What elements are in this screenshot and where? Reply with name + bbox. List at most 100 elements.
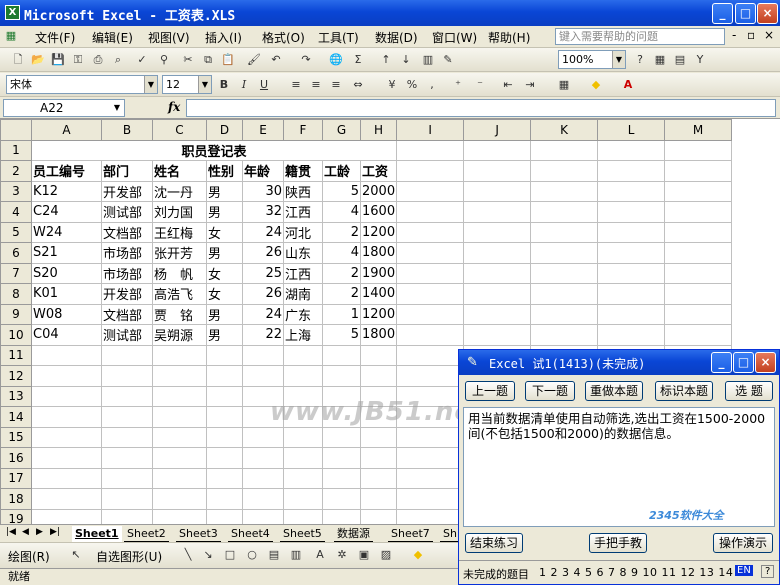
- row-header[interactable]: 13: [0, 385, 32, 407]
- menu-tools[interactable]: 工具(T): [318, 29, 359, 46]
- header-cell[interactable]: 工龄: [322, 160, 361, 182]
- data-cell[interactable]: 河北: [283, 221, 323, 243]
- redo-question-button[interactable]: 重做本题: [585, 381, 643, 401]
- data-cell[interactable]: 1: [322, 303, 361, 325]
- cell[interactable]: [463, 324, 532, 346]
- redo-icon[interactable]: ↷: [298, 52, 314, 68]
- cell[interactable]: [597, 283, 666, 305]
- header-cell[interactable]: 籍贯: [283, 160, 323, 182]
- data-cell[interactable]: 女: [206, 221, 243, 243]
- data-cell[interactable]: S20: [31, 262, 102, 284]
- cell[interactable]: [322, 508, 361, 524]
- sheet-title-cell[interactable]: 职员登记表: [30, 139, 398, 161]
- exercise-minimize-button[interactable]: _: [711, 352, 732, 373]
- data-cell[interactable]: 陕西: [283, 180, 323, 202]
- autoshapes-button[interactable]: 自选图形(U): [96, 548, 162, 565]
- cell[interactable]: [463, 242, 532, 264]
- data-cell[interactable]: 1400: [359, 283, 398, 305]
- cell[interactable]: [664, 221, 733, 243]
- prev-sheet-icon[interactable]: ◀: [22, 527, 32, 537]
- cell[interactable]: [152, 488, 207, 510]
- cell[interactable]: [664, 242, 733, 264]
- header-cell[interactable]: 部门: [101, 160, 153, 182]
- exercise-maximize-button[interactable]: □: [733, 352, 754, 373]
- cell[interactable]: [283, 447, 323, 469]
- decrease-decimal-icon[interactable]: ⁻: [472, 77, 488, 93]
- cell[interactable]: [359, 365, 398, 387]
- data-cell[interactable]: 山东: [283, 242, 323, 264]
- data-cell[interactable]: 4: [322, 201, 361, 223]
- format-painter-icon[interactable]: 🖌: [246, 52, 262, 68]
- cut-icon[interactable]: ✂: [180, 52, 196, 68]
- folder-icon[interactable]: ▤: [672, 52, 688, 68]
- cell[interactable]: [359, 344, 398, 366]
- cell[interactable]: [322, 426, 361, 448]
- data-cell[interactable]: 25: [242, 262, 284, 284]
- cell[interactable]: [101, 406, 153, 428]
- data-cell[interactable]: 女: [206, 283, 243, 305]
- increase-decimal-icon[interactable]: ⁺: [450, 77, 466, 93]
- undo-icon[interactable]: ↶: [268, 52, 284, 68]
- data-cell[interactable]: 5: [322, 324, 361, 346]
- cell[interactable]: [463, 180, 532, 202]
- cell[interactable]: [206, 447, 243, 469]
- data-cell[interactable]: 30: [242, 180, 284, 202]
- bold-button[interactable]: B: [216, 77, 232, 93]
- data-cell[interactable]: 男: [206, 242, 243, 264]
- data-cell[interactable]: 1600: [359, 201, 398, 223]
- cell[interactable]: [152, 344, 207, 366]
- copy-icon[interactable]: ⧉: [200, 52, 216, 68]
- data-cell[interactable]: 江西: [283, 201, 323, 223]
- menu-window[interactable]: 窗口(W): [432, 29, 477, 46]
- cell[interactable]: [597, 180, 666, 202]
- chevron-down-icon[interactable]: ▼: [198, 76, 211, 93]
- data-cell[interactable]: 2000: [359, 180, 398, 202]
- cell[interactable]: [206, 488, 243, 510]
- new-icon[interactable]: 🗋: [10, 52, 26, 68]
- cell[interactable]: [31, 344, 102, 366]
- data-cell[interactable]: 1200: [359, 221, 398, 243]
- cell[interactable]: [359, 508, 398, 524]
- demo-button[interactable]: 操作演示: [713, 533, 773, 553]
- maximize-button[interactable]: □: [735, 3, 756, 24]
- next-question-button[interactable]: 下一题: [525, 381, 575, 401]
- data-cell[interactable]: 广东: [283, 303, 323, 325]
- paste-icon[interactable]: 📋: [220, 52, 236, 68]
- data-cell[interactable]: 测试部: [101, 201, 153, 223]
- header-cell[interactable]: 工资: [359, 160, 398, 182]
- comma-icon[interactable]: ,: [424, 77, 440, 93]
- cell[interactable]: [283, 467, 323, 489]
- data-cell[interactable]: 1900: [359, 262, 398, 284]
- menu-view[interactable]: 视图(V): [148, 29, 190, 46]
- data-cell[interactable]: 上海: [283, 324, 323, 346]
- question-numbers[interactable]: 1 2 3 4 5 6 7 8 9 10 11 12 13 14: [539, 566, 733, 579]
- cell[interactable]: [31, 488, 102, 510]
- row-header[interactable]: 4: [0, 201, 32, 223]
- select-question-button[interactable]: 选 题: [725, 381, 773, 401]
- cell[interactable]: [101, 508, 153, 524]
- cell[interactable]: [242, 447, 284, 469]
- zoom-select[interactable]: 100% ▼: [558, 50, 626, 69]
- filter-icon[interactable]: Y: [692, 52, 708, 68]
- data-cell[interactable]: 开发部: [101, 283, 153, 305]
- cell[interactable]: [152, 508, 207, 524]
- decrease-indent-icon[interactable]: ⇤: [500, 77, 516, 93]
- cell[interactable]: [463, 139, 532, 161]
- cell[interactable]: [31, 385, 102, 407]
- cell[interactable]: [283, 426, 323, 448]
- data-cell[interactable]: 1200: [359, 303, 398, 325]
- drawing-icon[interactable]: ✎: [440, 52, 456, 68]
- data-cell[interactable]: K12: [31, 180, 102, 202]
- close-button[interactable]: ×: [757, 3, 778, 24]
- data-cell[interactable]: 高浩飞: [152, 283, 207, 305]
- align-left-icon[interactable]: ≡: [288, 77, 304, 93]
- cell[interactable]: [530, 201, 599, 223]
- cell[interactable]: [283, 488, 323, 510]
- cell[interactable]: [101, 488, 153, 510]
- cell[interactable]: [152, 365, 207, 387]
- cell[interactable]: [396, 488, 465, 510]
- data-cell[interactable]: 2: [322, 221, 361, 243]
- cell[interactable]: [664, 139, 733, 161]
- data-cell[interactable]: 沈一丹: [152, 180, 207, 202]
- row-header[interactable]: 3: [0, 180, 32, 202]
